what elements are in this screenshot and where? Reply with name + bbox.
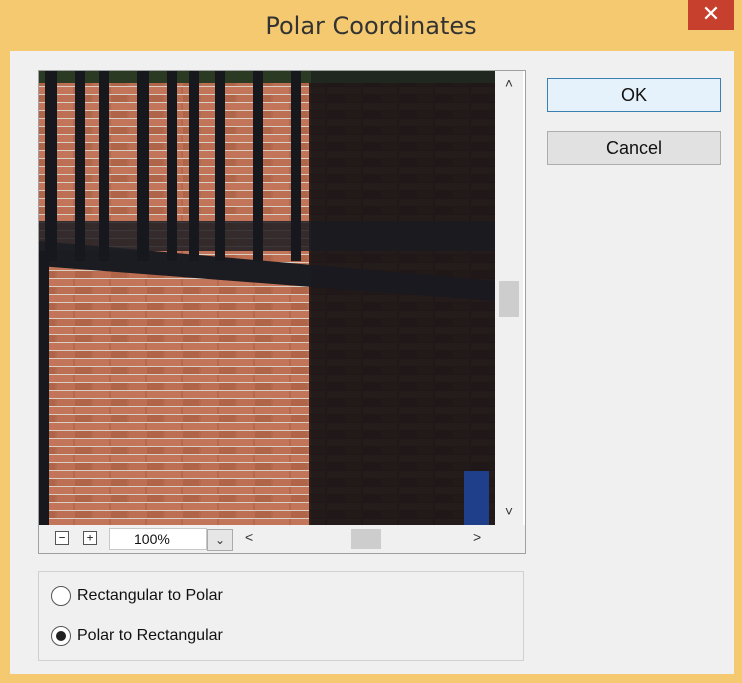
zoom-input[interactable]: 100% bbox=[109, 528, 207, 550]
ok-button[interactable]: OK bbox=[547, 78, 721, 112]
radio-rectangular-to-polar[interactable]: Rectangular to Polar bbox=[51, 586, 223, 606]
chevron-down-icon: ⌄ bbox=[214, 533, 226, 547]
scroll-left-icon[interactable]: < bbox=[245, 529, 253, 545]
close-icon: ✕ bbox=[701, 2, 721, 27]
conversion-options-group: Rectangular to Polar Polar to Rectangula… bbox=[38, 571, 524, 661]
brick-wall-image bbox=[39, 71, 495, 525]
close-button[interactable]: ✕ bbox=[688, 0, 734, 30]
scroll-up-icon[interactable]: ˄ bbox=[495, 75, 523, 91]
preview-toolbar: − + 100% ⌄ < > bbox=[39, 525, 525, 553]
minus-icon: − bbox=[58, 531, 66, 544]
dialog-window: Polar Coordinates ✕ ˄ ˅ − + 100% ⌄ < > O… bbox=[0, 0, 742, 683]
vertical-scrollbar[interactable]: ˄ ˅ bbox=[495, 71, 523, 525]
dialog-body: ˄ ˅ − + 100% ⌄ < > OK Cancel Rectangular… bbox=[10, 51, 734, 674]
preview-image[interactable] bbox=[39, 71, 495, 525]
zoom-dropdown-button[interactable]: ⌄ bbox=[207, 529, 233, 551]
radio-button[interactable] bbox=[51, 586, 71, 606]
zoom-in-button[interactable]: + bbox=[83, 531, 97, 545]
radio-label: Rectangular to Polar bbox=[77, 587, 223, 604]
scroll-down-icon[interactable]: ˅ bbox=[495, 503, 523, 519]
dialog-title: Polar Coordinates bbox=[265, 12, 477, 40]
scroll-right-icon[interactable]: > bbox=[473, 529, 481, 545]
horizontal-scroll-thumb[interactable] bbox=[351, 529, 381, 549]
preview-panel: ˄ ˅ − + 100% ⌄ < > bbox=[38, 70, 526, 554]
zoom-out-button[interactable]: − bbox=[55, 531, 69, 545]
cancel-button[interactable]: Cancel bbox=[547, 131, 721, 165]
title-bar[interactable]: Polar Coordinates ✕ bbox=[0, 0, 742, 52]
radio-label: Polar to Rectangular bbox=[77, 627, 223, 644]
radio-button-selected[interactable] bbox=[51, 626, 71, 646]
radio-polar-to-rectangular[interactable]: Polar to Rectangular bbox=[51, 626, 223, 646]
vertical-scroll-thumb[interactable] bbox=[499, 281, 519, 317]
plus-icon: + bbox=[86, 531, 94, 544]
